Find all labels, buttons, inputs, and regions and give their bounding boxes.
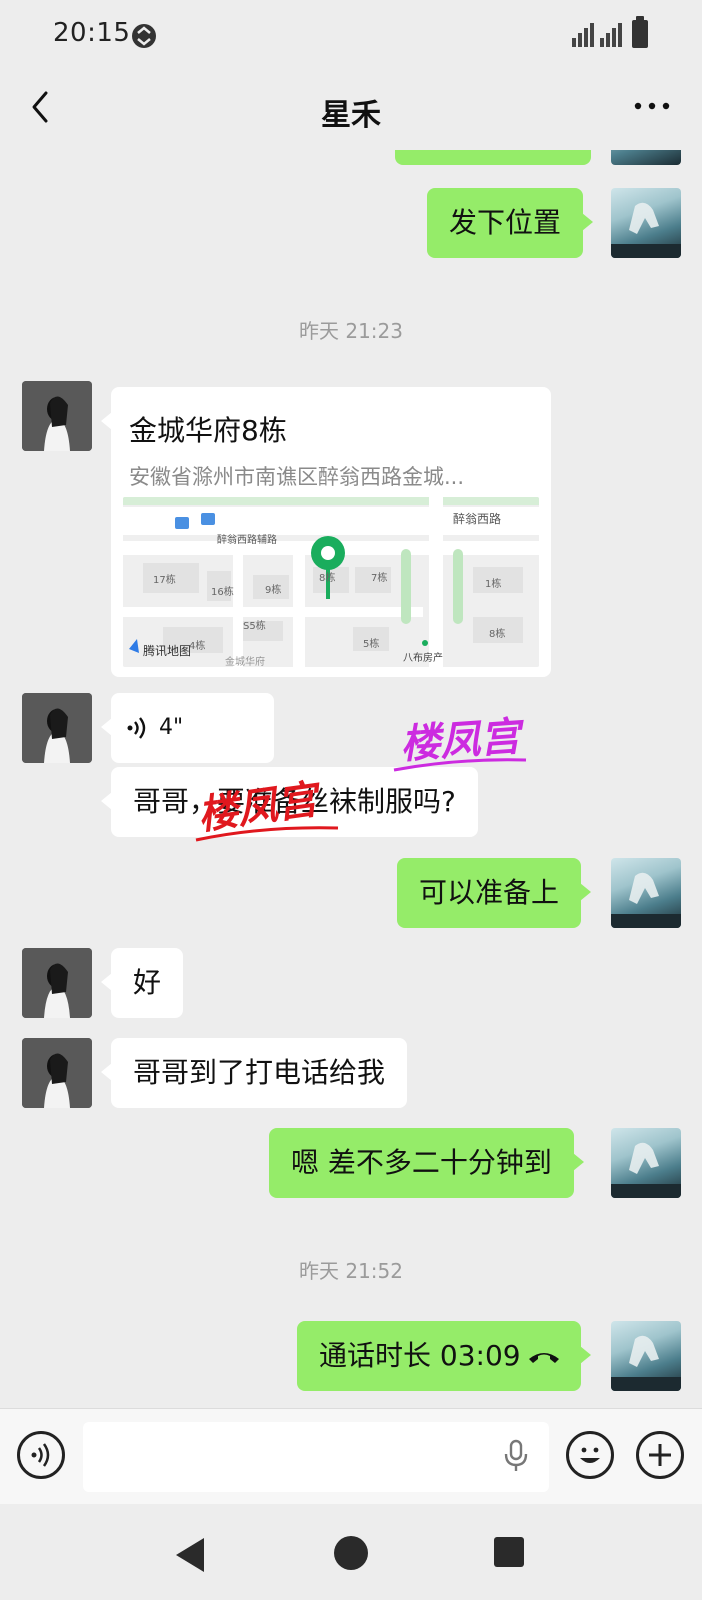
emoji-button[interactable]: [566, 1431, 614, 1479]
contact-avatar[interactable]: [22, 693, 92, 763]
map-building-label: 16栋: [211, 585, 234, 598]
location-title: 金城华府8栋: [129, 414, 287, 447]
voice-wave-icon: [127, 717, 146, 739]
contact-avatar[interactable]: [22, 381, 92, 451]
map-building-label: 4栋: [189, 639, 205, 652]
nav-back-icon[interactable]: [176, 1538, 204, 1572]
timestamp: 昨天 21:52: [299, 1259, 403, 1283]
map-building-label: 1栋: [485, 577, 501, 590]
map-area-label: 金城华府: [225, 655, 265, 667]
message-bubble-sent[interactable]: 嗯 差不多二十分钟到: [269, 1128, 584, 1198]
call-record-bubble[interactable]: 通话时长 03:09: [297, 1321, 591, 1391]
voice-input-toggle[interactable]: [17, 1431, 65, 1479]
message-text-input[interactable]: [83, 1422, 549, 1492]
location-map[interactable]: 醉翁西路 醉翁西路辅路 17栋 16栋 9栋 8栋 7栋 1栋 S5栋 5栋 8…: [123, 497, 539, 667]
more-functions-button[interactable]: [636, 1431, 684, 1479]
location-address: 安徽省滁州市南谯区醉翁西路金城...: [129, 465, 465, 489]
microphone-icon[interactable]: [503, 1439, 529, 1473]
nav-home-icon[interactable]: [334, 1536, 368, 1570]
map-image: 醉翁西路 醉翁西路辅路 17栋 16栋 9栋 8栋 7栋 1栋 S5栋 5栋 8…: [123, 497, 539, 667]
watermark-underline-purple: [393, 758, 527, 772]
sync-icon: [132, 24, 156, 48]
my-avatar[interactable]: [611, 1321, 681, 1391]
voice-icon: [31, 1443, 50, 1467]
map-building-label: 17栋: [153, 573, 176, 586]
message-bubble-received[interactable]: 好: [100, 948, 184, 1018]
message-text: 可以准备上: [419, 876, 560, 909]
message-bubble-received[interactable]: 哥哥到了打电话给我: [100, 1038, 408, 1108]
map-building-label: 7栋: [371, 571, 387, 584]
status-bar: 20:15: [0, 0, 702, 72]
map-building-label: S5栋: [243, 619, 266, 632]
signal-icon: [572, 23, 622, 47]
map-provider-label: 腾讯地图: [143, 643, 191, 658]
voice-duration: 4": [159, 715, 184, 740]
system-navigation-bar: [0, 1504, 702, 1600]
phone-hangup-icon: [528, 1353, 559, 1363]
message-text: 发下位置: [449, 206, 562, 239]
voice-message-bubble[interactable]: 4": [101, 693, 274, 763]
map-building-label: 8栋: [319, 571, 335, 584]
call-duration-text: 通话时长 03:09: [319, 1339, 521, 1372]
chat-message-list[interactable]: 发下位置 昨天 21:23 金城华府8栋 安徽省滁州市南谯区醉翁西路金城...: [0, 150, 702, 1408]
status-time: 20:15: [53, 18, 131, 48]
message-text: 嗯 差不多二十分钟到: [291, 1146, 552, 1179]
map-building-label: 8栋: [489, 627, 505, 640]
my-avatar[interactable]: [611, 188, 681, 258]
map-road-label: 醉翁西路: [453, 511, 501, 526]
battery-icon: [632, 16, 648, 48]
location-card[interactable]: 金城华府8栋 安徽省滁州市南谯区醉翁西路金城... 醉翁西路 醉翁西路辅路 17…: [101, 387, 551, 677]
message-text: 好: [133, 966, 162, 999]
smiley-icon: [580, 1447, 600, 1463]
contact-avatar[interactable]: [22, 1038, 92, 1108]
map-poi-label: 八布房产: [403, 651, 443, 664]
nav-recents-icon[interactable]: [494, 1537, 524, 1567]
map-road-label: 醉翁西路辅路: [217, 533, 277, 546]
map-building-label: 9栋: [265, 583, 281, 596]
message-input-bar: [0, 1408, 702, 1504]
contact-avatar[interactable]: [22, 948, 92, 1018]
message-text: 哥哥到了打电话给我: [133, 1056, 386, 1089]
message-bubble-sent[interactable]: 可以准备上: [397, 858, 592, 928]
my-avatar[interactable]: [611, 858, 681, 928]
my-avatar[interactable]: [611, 1128, 681, 1198]
chat-header: 星禾: [0, 72, 702, 150]
message-bubble-sent[interactable]: 发下位置: [427, 188, 594, 258]
chat-title: 星禾: [321, 98, 381, 133]
more-options-icon[interactable]: [632, 94, 672, 118]
map-building-label: 5栋: [363, 637, 379, 650]
timestamp: 昨天 21:23: [299, 319, 403, 343]
my-avatar[interactable]: [611, 150, 681, 165]
plus-icon: [649, 1444, 671, 1466]
watermark-underline-red: [195, 826, 339, 842]
message-bubble-partial[interactable]: [395, 150, 591, 165]
